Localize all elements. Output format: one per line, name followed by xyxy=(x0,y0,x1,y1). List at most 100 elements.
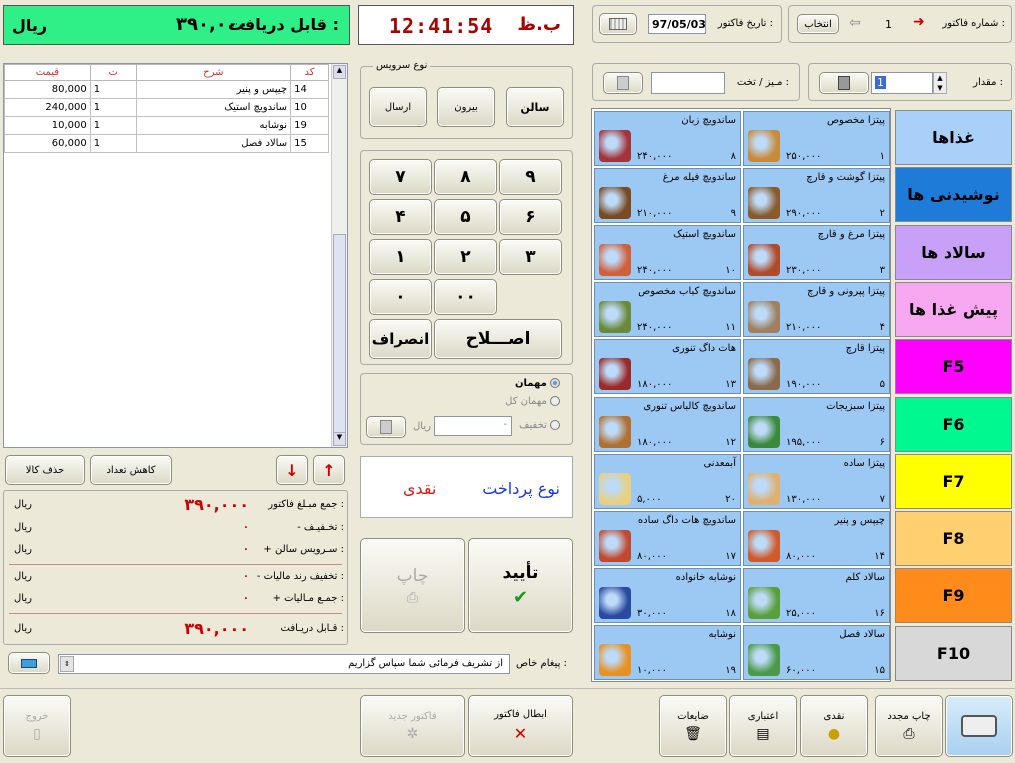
column-qty[interactable]: ت xyxy=(89,64,137,81)
product-code: ۱ xyxy=(879,151,885,162)
scrollbar-thumb[interactable] xyxy=(333,234,346,434)
product-tile[interactable]: ساندویچ کالباس تنوری ۱۸۰,۰۰۰ ۱۲ xyxy=(594,396,741,452)
product-tile[interactable]: چیپس و پنیر ۸۰,۰۰۰ ۱۴ xyxy=(743,510,890,566)
product-tile[interactable]: پیتزا پپرونی و قارچ ۲۱۰,۰۰۰ ۴ xyxy=(743,282,890,338)
key-00[interactable]: ۰۰ xyxy=(434,279,497,315)
new-invoice-button[interactable]: فاکتور جدید ✲ xyxy=(360,695,465,757)
service-delivery-button[interactable]: ارسال xyxy=(369,87,427,127)
void-invoice-button[interactable]: ابطال فاکتور ✕ xyxy=(468,695,573,757)
delete-item-button[interactable]: حذف کالا xyxy=(5,455,85,485)
quantity-stepper[interactable]: ▲ ▼ xyxy=(933,72,947,94)
product-price: ۵,۰۰۰ xyxy=(637,493,662,505)
order-list[interactable]: قیمت ت شرح کد 80,000 1 چیپس و پنیر 14 240,0… xyxy=(3,63,348,448)
calculator-button[interactable] xyxy=(819,72,869,94)
key-6[interactable]: ۶ xyxy=(499,199,562,235)
key-2[interactable]: ۲ xyxy=(434,239,497,275)
product-tile[interactable]: ساندویچ زبان ۲۴۰,۰۰۰ ۸ xyxy=(594,111,741,166)
cash-button[interactable]: نقدی ● xyxy=(800,695,868,757)
credit-button[interactable]: اعتباری ▤ xyxy=(729,695,797,757)
product-price: ۶۰,۰۰۰ xyxy=(786,664,817,676)
waste-button[interactable]: ضایعات 🗑 xyxy=(659,695,727,757)
product-tile[interactable]: پیتزا سبزیجات ۱۹۵,۰۰۰ ۶ xyxy=(743,396,890,452)
product-tile[interactable]: سالاد کلم ۲۵,۰۰۰ ۱۶ xyxy=(743,567,890,623)
table-row[interactable]: 60,000 1 سالاد فصل 15 xyxy=(4,134,329,153)
service-dine-in-button[interactable]: سالن xyxy=(506,87,564,127)
product-tile[interactable]: ساندویچ هات داگ ساده ۸۰,۰۰۰ ۱۷ xyxy=(594,510,741,566)
invoice-date-field[interactable]: 97/05/03 xyxy=(648,14,706,34)
product-image xyxy=(748,187,780,220)
service-takeout-button[interactable]: بیرون xyxy=(437,87,495,127)
key-9[interactable]: ۹ xyxy=(499,159,562,195)
category-button[interactable]: F7 xyxy=(895,453,1012,509)
select-invoice-button[interactable]: انتخاب xyxy=(797,14,839,34)
payment-type-value: نقدی xyxy=(403,479,437,498)
table-field[interactable] xyxy=(651,72,725,94)
product-tile[interactable]: ساندویچ استیک ۲۴۰,۰۰۰ ۱۰ xyxy=(594,225,741,281)
key-3[interactable]: ۳ xyxy=(499,239,562,275)
product-tile[interactable]: پیتزا ساده ۱۳۰,۰۰۰ ۷ xyxy=(743,453,890,509)
product-tile[interactable]: نوشابه ۱۰,۰۰۰ ۱۹ xyxy=(594,624,741,680)
category-button[interactable]: F8 xyxy=(895,511,1012,567)
category-button[interactable]: F10 xyxy=(895,625,1012,681)
product-tile[interactable]: پیتزا گوشت و قارچ ۲۹۰,۰۰۰ ۲ xyxy=(743,168,890,224)
product-tile[interactable]: سالاد فصل ۶۰,۰۰۰ ۱۵ xyxy=(743,624,890,680)
table-row[interactable]: 80,000 1 چیپس و پنیر 14 xyxy=(4,80,329,99)
column-description[interactable]: شرح xyxy=(135,64,292,81)
product-image xyxy=(599,358,631,391)
key-8[interactable]: ۸ xyxy=(434,159,497,195)
arrow-right-icon[interactable]: ➜ xyxy=(913,14,925,30)
product-tile[interactable]: آبمعدنی ۵,۰۰۰ ۲۰ xyxy=(594,453,741,509)
move-down-button[interactable]: ↓ xyxy=(276,455,308,485)
quantity-field[interactable]: 1 xyxy=(871,72,933,94)
scrollbar-down[interactable]: ▼ xyxy=(333,432,346,446)
category-button[interactable]: نوشیدنی ها xyxy=(895,167,1012,223)
cancel-button[interactable]: انصراف xyxy=(369,319,432,359)
column-code[interactable]: کد xyxy=(290,64,329,81)
product-code: ۱۴ xyxy=(874,550,885,562)
category-button[interactable]: پیش غذا ها xyxy=(895,281,1012,337)
category-button[interactable]: F6 xyxy=(895,396,1012,452)
product-tile[interactable]: نوشابه خانواده ۳۰,۰۰۰ ۱۸ xyxy=(594,567,741,623)
product-tile[interactable]: پیتزا مخصوص ۲۵۰,۰۰۰ ۱ xyxy=(743,111,890,166)
category-button[interactable]: F5 xyxy=(895,339,1012,395)
category-button[interactable]: سالاد ها xyxy=(895,224,1012,280)
product-tile[interactable]: پیتزا مرغ و قارچ ۲۳۰,۰۰۰ ۳ xyxy=(743,225,890,281)
reduce-qty-button[interactable]: کاهش تعداد xyxy=(90,455,172,485)
discount-radio[interactable]: تخفیف xyxy=(519,420,560,431)
arrow-left-icon[interactable]: ⇦ xyxy=(849,15,861,31)
print-button[interactable]: چاپ ⎙ xyxy=(360,538,465,633)
calculator-button[interactable] xyxy=(366,416,406,438)
table-row[interactable]: 240,000 1 ساندویچ استیک 10 xyxy=(4,98,329,117)
product-tile[interactable]: ساندویچ کباب مخصوص ۲۴۰,۰۰۰ ۱۱ xyxy=(594,282,741,338)
discount-field[interactable]: - xyxy=(434,416,512,436)
message-select[interactable]: از تشریف فرمائی شما سپاس گزاریم ⇕ xyxy=(58,654,510,674)
guest-all-radio[interactable]: مهمان کل xyxy=(505,396,560,407)
trash-icon: 🗑 xyxy=(684,725,702,742)
key-0[interactable]: ۰ xyxy=(369,279,432,315)
product-tile[interactable]: هات داگ تنوری ۱۸۰,۰۰۰ ۱۳ xyxy=(594,339,741,395)
column-price[interactable]: قیمت xyxy=(4,64,91,81)
guest-radio[interactable]: مهمان xyxy=(515,378,560,389)
confirm-button[interactable]: تأیید ✔ xyxy=(468,538,573,633)
reprint-button[interactable]: چاپ مجدد ⎙ xyxy=(875,695,943,757)
scrollbar[interactable]: ▲ ▼ xyxy=(331,64,347,447)
key-7[interactable]: ۷ xyxy=(369,159,432,195)
cash-register-button[interactable] xyxy=(945,695,1013,757)
keyboard-button[interactable] xyxy=(8,652,50,674)
coin-icon: ● xyxy=(827,725,841,742)
correct-button[interactable]: اصـــلاح xyxy=(434,319,562,359)
product-tile[interactable]: ساندویچ فیله مرغ ۲۱۰,۰۰۰ ۹ xyxy=(594,168,741,224)
table-row[interactable]: 10,000 1 نوشابه 19 xyxy=(4,116,329,135)
category-button[interactable]: غذاها xyxy=(895,110,1012,165)
product-tile[interactable]: پیتزا قارچ ۱۹۰,۰۰۰ ۵ xyxy=(743,339,890,395)
table-calculator-button[interactable] xyxy=(603,72,643,94)
calendar-button[interactable] xyxy=(599,13,637,35)
key-5[interactable]: ۵ xyxy=(434,199,497,235)
dropdown-icon[interactable]: ⇕ xyxy=(60,656,74,672)
key-4[interactable]: ۴ xyxy=(369,199,432,235)
scrollbar-up[interactable]: ▲ xyxy=(333,65,346,79)
exit-button[interactable]: خروج ▯ xyxy=(3,695,71,757)
category-button[interactable]: F9 xyxy=(895,568,1012,624)
move-up-button[interactable]: ↑ xyxy=(313,455,345,485)
key-1[interactable]: ۱ xyxy=(369,239,432,275)
